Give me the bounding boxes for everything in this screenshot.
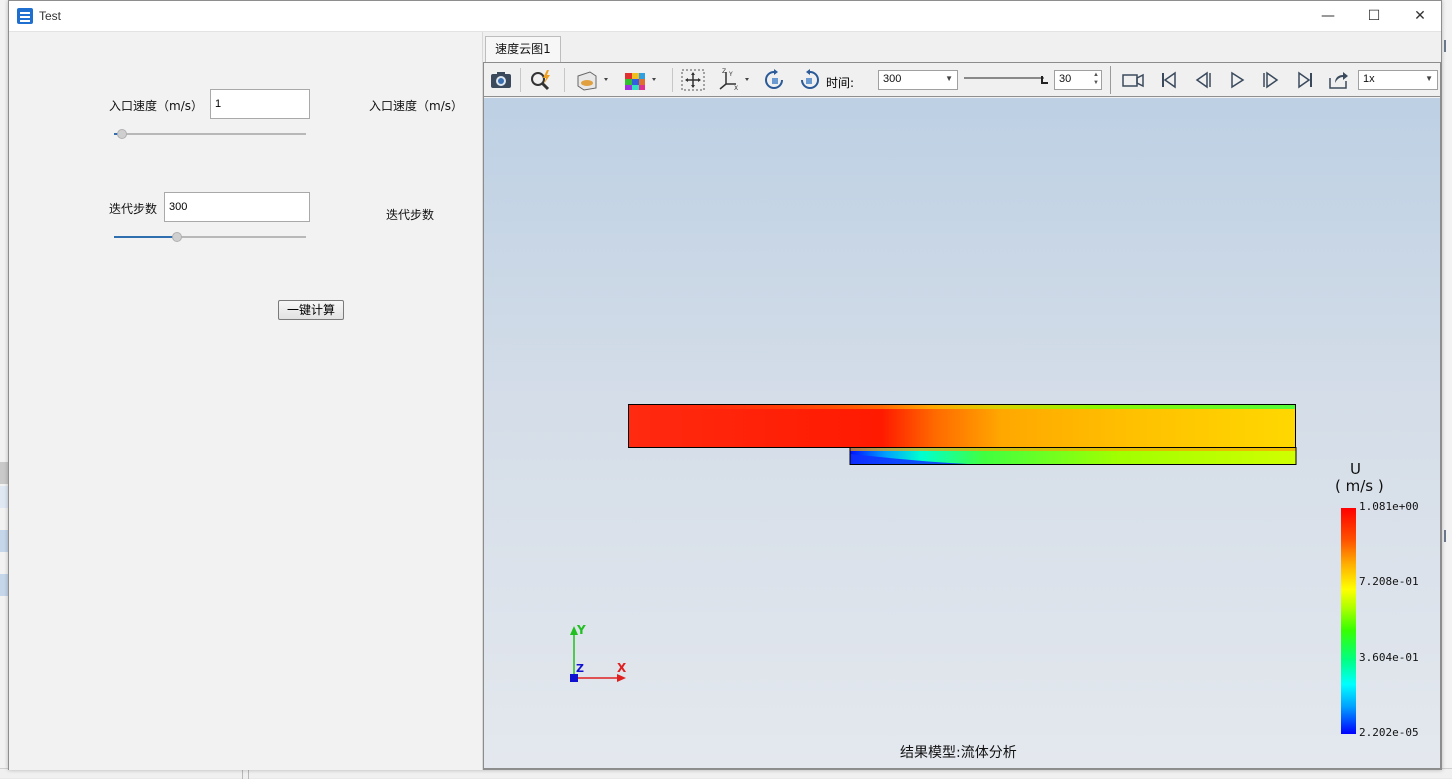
parameter-panel: 入口速度（m/s） 入口速度（m/s） 迭代步数 迭代步数 一键计算 (9, 32, 483, 770)
colormap-cube-icon[interactable] (622, 68, 664, 92)
iteration-steps-label: 迭代步数 (109, 202, 158, 216)
rotate-right-icon[interactable] (796, 68, 822, 92)
compute-button[interactable]: 一键计算 (278, 300, 344, 320)
close-button[interactable]: ✕ (1397, 1, 1443, 32)
next-frame-icon[interactable] (1258, 68, 1284, 92)
svg-text:X: X (734, 85, 738, 92)
screenshot-icon[interactable] (488, 68, 514, 92)
zoom-flash-icon[interactable] (528, 68, 554, 92)
app-icon (17, 8, 33, 24)
first-frame-icon[interactable] (1156, 68, 1182, 92)
spinner-arrows-icon[interactable]: ▲ ▼ (1093, 71, 1099, 87)
shear-layer (850, 448, 1296, 451)
window-title: Test (39, 9, 62, 23)
iteration-steps-value-label: 迭代步数 (386, 208, 435, 222)
legend-colorbar (1341, 508, 1356, 734)
legend-title-quantity: U (1350, 460, 1361, 478)
toolbar-separator (520, 68, 521, 92)
viewer-toolbar: Y X Z 时间: 300 ▼ 30 ▲ ▼ 1x ▼ (484, 63, 1440, 97)
record-icon[interactable] (1120, 68, 1146, 92)
inlet-velocity-slider[interactable] (114, 127, 306, 141)
minimize-button[interactable]: — (1305, 1, 1351, 32)
axes-orientation-icon[interactable]: Y X Z (716, 68, 756, 92)
frame-spinner[interactable]: 30 ▲ ▼ (1054, 70, 1102, 90)
render-canvas[interactable]: Y X Z U ( m/s ) 1.081e+00 7.208e-01 3.60… (484, 98, 1440, 768)
fit-view-icon[interactable] (680, 68, 706, 92)
time-label: 时间: (826, 76, 855, 90)
last-frame-icon[interactable] (1292, 68, 1318, 92)
axis-triad: Y X Z (570, 623, 627, 682)
bg-mark (1444, 40, 1452, 52)
z-axis-marker (570, 674, 578, 682)
previous-frame-icon[interactable] (1190, 68, 1216, 92)
toolbar-separator (672, 68, 673, 92)
legend-tick-min: 2.202e-05 (1359, 726, 1419, 739)
velocity-contour-field (628, 404, 1297, 465)
x-axis-label: X (617, 661, 627, 675)
play-icon[interactable] (1224, 68, 1250, 92)
svg-text:Z: Z (722, 68, 726, 75)
display-mode-icon[interactable] (574, 68, 616, 92)
time-select[interactable]: 300 ▼ (878, 70, 958, 90)
maximize-button[interactable]: ☐ (1351, 1, 1397, 32)
toolbar-separator (1110, 66, 1111, 94)
time-select-value: 300 (883, 73, 902, 85)
legend-title-unit: ( m/s ) (1335, 477, 1384, 495)
legend-tick: 7.208e-01 (1359, 575, 1419, 588)
export-icon[interactable] (1326, 68, 1352, 92)
result-model-caption: 结果模型:流体分析 (900, 745, 1017, 761)
bg-mark (1444, 530, 1452, 542)
z-axis-label: Z (576, 662, 584, 675)
inlet-velocity-value-label: 入口速度（m/s） (369, 99, 463, 113)
title-bar[interactable]: Test — ☐ ✕ (9, 1, 1441, 32)
inlet-velocity-input[interactable] (210, 89, 310, 119)
legend-tick-max: 1.081e+00 (1359, 500, 1419, 513)
time-slider[interactable] (964, 75, 1050, 85)
upper-channel-region (628, 404, 1296, 448)
app-window: Test — ☐ ✕ 入口速度（m/s） 入口速度（m/s） 迭代步数 迭代步数… (8, 0, 1442, 770)
inlet-velocity-label: 入口速度（m/s） (109, 99, 203, 113)
background-app-right-edge (1442, 0, 1452, 778)
slider-track (114, 133, 306, 135)
chevron-down-icon: ▼ (1425, 74, 1433, 83)
toolbar-separator (564, 68, 565, 92)
playback-speed-select[interactable]: 1x ▼ (1358, 70, 1438, 90)
frame-spinner-value: 30 (1059, 73, 1072, 85)
chevron-down-icon: ▼ (945, 74, 953, 83)
tab-velocity-contour[interactable]: 速度云图1 (485, 36, 561, 62)
slider-thumb[interactable] (117, 129, 127, 139)
rotate-left-icon[interactable] (762, 68, 788, 92)
playback-speed-value: 1x (1363, 73, 1375, 85)
svg-text:Y: Y (728, 71, 733, 78)
result-viewer: Y X Z 时间: 300 ▼ 30 ▲ ▼ 1x ▼ Y X Z U (m/… (483, 62, 1441, 769)
iteration-steps-slider[interactable] (114, 230, 306, 244)
y-axis-label: Y (576, 623, 586, 637)
slider-thumb[interactable] (172, 232, 182, 242)
slider-fill (114, 236, 177, 238)
legend-tick: 3.604e-01 (1359, 651, 1419, 664)
x-axis-arrow (617, 674, 626, 682)
iteration-steps-input[interactable] (164, 192, 310, 222)
